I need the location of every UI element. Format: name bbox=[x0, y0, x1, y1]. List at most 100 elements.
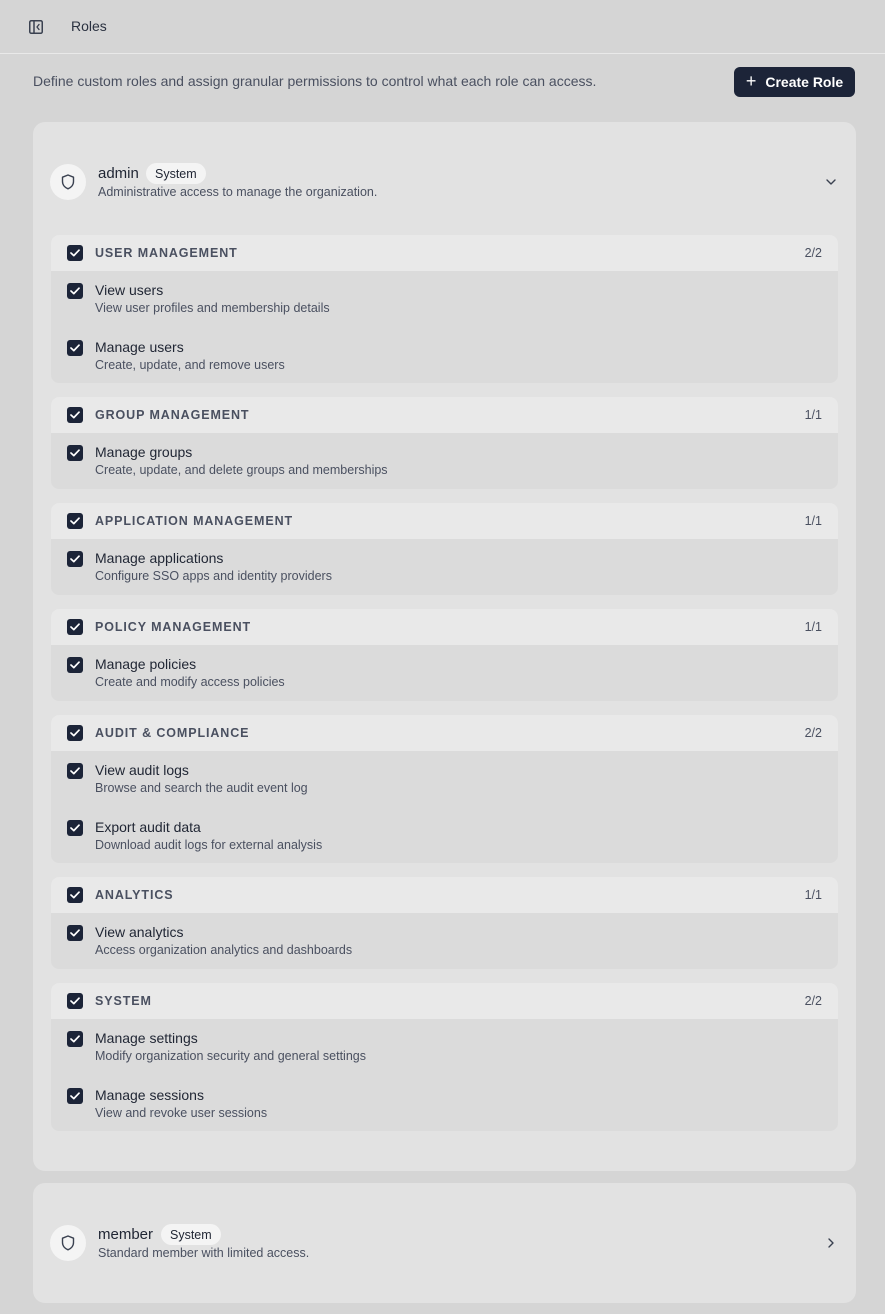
permission-row[interactable]: Manage groups Create, update, and delete … bbox=[51, 433, 838, 489]
permission-row[interactable]: Manage users Create, update, and remove u… bbox=[51, 328, 838, 383]
check-icon bbox=[70, 344, 80, 352]
permission-group: AUDIT & COMPLIANCE 2/2 View audit logs Brow… bbox=[51, 715, 838, 863]
permission-name: View analytics bbox=[95, 924, 184, 940]
permission-checkbox[interactable] bbox=[67, 551, 83, 567]
check-icon bbox=[70, 891, 80, 899]
group-title: SYSTEM bbox=[95, 994, 152, 1008]
permission-checkbox[interactable] bbox=[67, 820, 83, 836]
permission-checkbox[interactable] bbox=[67, 657, 83, 673]
permission-checkbox[interactable] bbox=[67, 763, 83, 779]
permission-row[interactable]: Manage applications Configure SSO apps an… bbox=[51, 539, 838, 595]
permission-group: ANALYTICS 1/1 View analytics Access organiz… bbox=[51, 877, 838, 969]
check-icon bbox=[70, 411, 80, 419]
group-title: GROUP MANAGEMENT bbox=[95, 408, 250, 422]
permission-checkbox[interactable] bbox=[67, 283, 83, 299]
permission-group-header: ANALYTICS 1/1 bbox=[51, 877, 838, 913]
group-count: 2/2 bbox=[804, 246, 822, 260]
group-title: APPLICATION MANAGEMENT bbox=[95, 514, 294, 528]
permission-description: Download audit logs for external analysi… bbox=[95, 838, 323, 852]
group-title: ANALYTICS bbox=[95, 888, 174, 902]
permission-name: Manage applications bbox=[95, 550, 224, 566]
system-badge: System bbox=[146, 163, 206, 184]
role-card-admin: admin System Administrative access to ma… bbox=[33, 122, 856, 1171]
group-title: USER MANAGEMENT bbox=[95, 246, 238, 260]
group-count: 2/2 bbox=[804, 726, 822, 740]
permission-group: POLICY MANAGEMENT 1/1 Manage policies Creat… bbox=[51, 609, 838, 701]
plus-icon: + bbox=[745, 71, 757, 91]
permission-description: View user profiles and membership detail… bbox=[95, 301, 330, 315]
permission-description: Create, update, and remove users bbox=[95, 358, 285, 372]
check-icon bbox=[70, 449, 80, 457]
check-icon bbox=[70, 824, 80, 832]
role-header-admin[interactable]: admin System Administrative access to ma… bbox=[33, 122, 856, 242]
permission-name: View users bbox=[95, 282, 164, 298]
role-description: Standard member with limited access. bbox=[98, 1246, 310, 1260]
role-name: member bbox=[98, 1226, 154, 1243]
check-icon bbox=[70, 929, 80, 937]
permission-group: SYSTEM 2/2 Manage settings Modify organizat… bbox=[51, 983, 838, 1131]
permission-group-header: USER MANAGEMENT 2/2 bbox=[51, 235, 838, 271]
permission-checkbox[interactable] bbox=[67, 925, 83, 941]
permission-row[interactable]: Manage policies Create and modify access … bbox=[51, 645, 838, 701]
permission-description: Access organization analytics and dashbo… bbox=[95, 943, 353, 957]
top-bar: Roles bbox=[0, 0, 885, 54]
group-checkbox[interactable] bbox=[67, 407, 83, 423]
create-role-label: Create Role bbox=[765, 74, 844, 90]
check-icon bbox=[70, 555, 80, 563]
permission-name: Manage groups bbox=[95, 444, 193, 460]
permission-description: Create, update, and delete groups and me… bbox=[95, 463, 388, 477]
group-checkbox[interactable] bbox=[67, 993, 83, 1009]
permission-description: Modify organization security and general… bbox=[95, 1049, 366, 1063]
permission-checkbox[interactable] bbox=[67, 340, 83, 356]
group-count: 1/1 bbox=[804, 408, 822, 422]
check-icon bbox=[70, 1035, 80, 1043]
group-title: AUDIT & COMPLIANCE bbox=[95, 726, 250, 740]
permission-checkbox[interactable] bbox=[67, 1031, 83, 1047]
group-checkbox[interactable] bbox=[67, 887, 83, 903]
permission-group-header: SYSTEM 2/2 bbox=[51, 983, 838, 1019]
group-title: POLICY MANAGEMENT bbox=[95, 620, 252, 634]
permission-row[interactable]: View users View user profiles and members… bbox=[51, 271, 838, 328]
permission-description: View and revoke user sessions bbox=[95, 1106, 268, 1120]
check-icon bbox=[70, 661, 80, 669]
permission-description: Configure SSO apps and identity provider… bbox=[95, 569, 332, 583]
permission-name: Manage sessions bbox=[95, 1087, 204, 1103]
permission-name: Manage settings bbox=[95, 1030, 198, 1046]
permission-group: GROUP MANAGEMENT 1/1 Manage groups Create, … bbox=[51, 397, 838, 489]
role-header-member[interactable]: member System Standard member with limit… bbox=[33, 1183, 856, 1303]
permission-group: USER MANAGEMENT 2/2 View users View user pr… bbox=[51, 235, 838, 383]
page-description: Define custom roles and assign granular … bbox=[33, 73, 597, 89]
create-role-button[interactable]: + Create Role bbox=[734, 67, 855, 97]
check-icon bbox=[70, 287, 80, 295]
chevron-right-icon[interactable] bbox=[824, 1236, 838, 1250]
permission-row[interactable]: Manage sessions View and revoke user sess… bbox=[51, 1076, 838, 1131]
check-icon bbox=[70, 623, 80, 631]
permission-group-header: AUDIT & COMPLIANCE 2/2 bbox=[51, 715, 838, 751]
check-icon bbox=[70, 1092, 80, 1100]
permission-group-header: GROUP MANAGEMENT 1/1 bbox=[51, 397, 838, 433]
shield-icon bbox=[50, 164, 86, 200]
permission-row[interactable]: Export audit data Download audit logs for… bbox=[51, 808, 838, 863]
permission-description: Create and modify access policies bbox=[95, 675, 285, 689]
role-name: admin bbox=[98, 165, 139, 182]
permission-row[interactable]: View audit logs Browse and search the aud… bbox=[51, 751, 838, 808]
permission-row[interactable]: View analytics Access organization analyt… bbox=[51, 913, 838, 969]
permission-name: Export audit data bbox=[95, 819, 201, 835]
permission-group-header: POLICY MANAGEMENT 1/1 bbox=[51, 609, 838, 645]
chevron-down-icon[interactable] bbox=[824, 175, 838, 189]
permission-checkbox[interactable] bbox=[67, 1088, 83, 1104]
group-count: 1/1 bbox=[804, 888, 822, 902]
permission-row[interactable]: Manage settings Modify organization secur… bbox=[51, 1019, 838, 1076]
group-checkbox[interactable] bbox=[67, 619, 83, 635]
group-checkbox[interactable] bbox=[67, 245, 83, 261]
group-checkbox[interactable] bbox=[67, 725, 83, 741]
permission-group: APPLICATION MANAGEMENT 1/1 Manage applicat… bbox=[51, 503, 838, 595]
permission-checkbox[interactable] bbox=[67, 445, 83, 461]
system-badge: System bbox=[161, 1224, 221, 1245]
sidebar-toggle-icon[interactable] bbox=[26, 18, 46, 36]
group-checkbox[interactable] bbox=[67, 513, 83, 529]
check-icon bbox=[70, 249, 80, 257]
check-icon bbox=[70, 517, 80, 525]
group-count: 1/1 bbox=[804, 514, 822, 528]
check-icon bbox=[70, 729, 80, 737]
